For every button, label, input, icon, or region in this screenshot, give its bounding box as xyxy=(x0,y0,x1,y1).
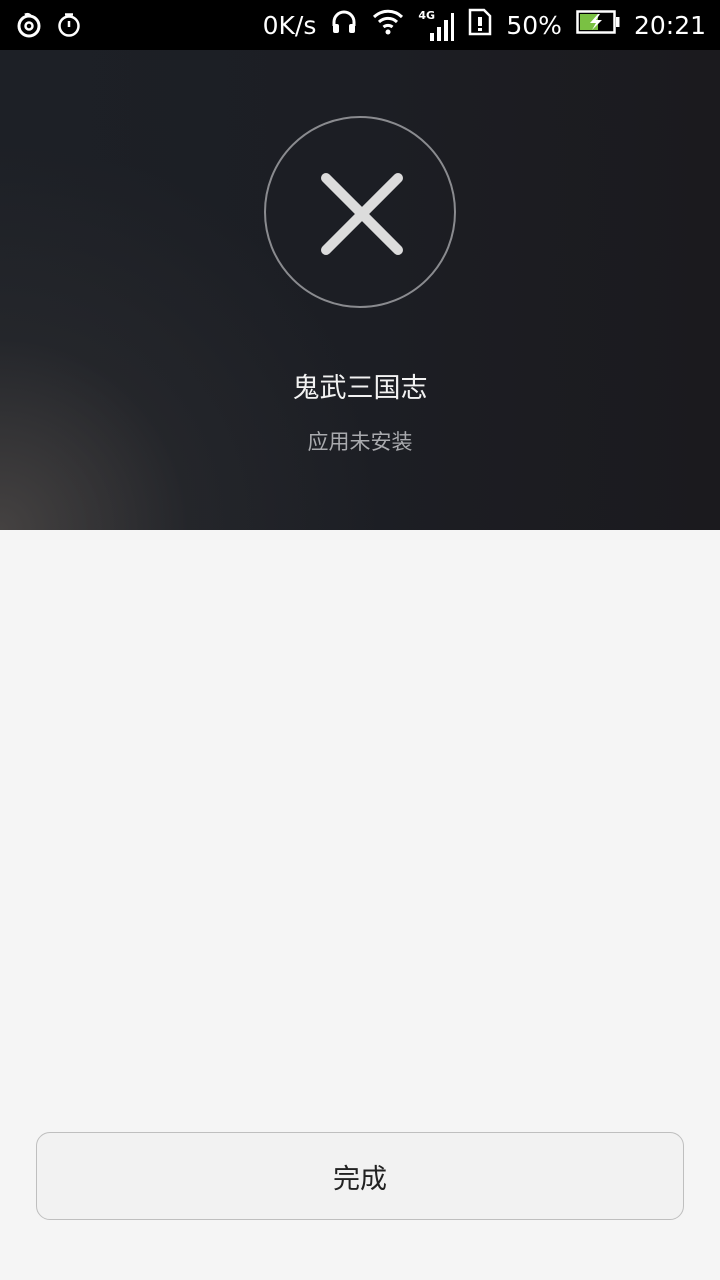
wifi-icon xyxy=(372,8,404,42)
status-bar-right: 0K/s 4G 50% 20:21 xyxy=(263,0,706,50)
network-speed: 0K/s xyxy=(262,10,317,40)
install-status-text: 应用未安装 xyxy=(307,430,413,454)
headphones-icon xyxy=(330,8,358,42)
status-bar-left xyxy=(16,12,82,42)
close-icon xyxy=(264,116,456,308)
sim-alert-icon xyxy=(468,8,492,42)
battery-icon xyxy=(576,9,620,41)
status-bar: 0K/s 4G 50% 20:21 xyxy=(0,0,720,50)
install-result-panel: 鬼武三国志 应用未安装 xyxy=(0,50,720,530)
battery-percent: 50% xyxy=(506,10,562,40)
done-button[interactable]: 完成 xyxy=(36,1132,684,1220)
app-name: 鬼武三国志 xyxy=(292,373,428,404)
signal-icon: 4G xyxy=(418,5,455,45)
clock: 20:21 xyxy=(633,10,706,40)
alarm-icon xyxy=(56,12,82,42)
netease-music-icon xyxy=(16,12,42,42)
